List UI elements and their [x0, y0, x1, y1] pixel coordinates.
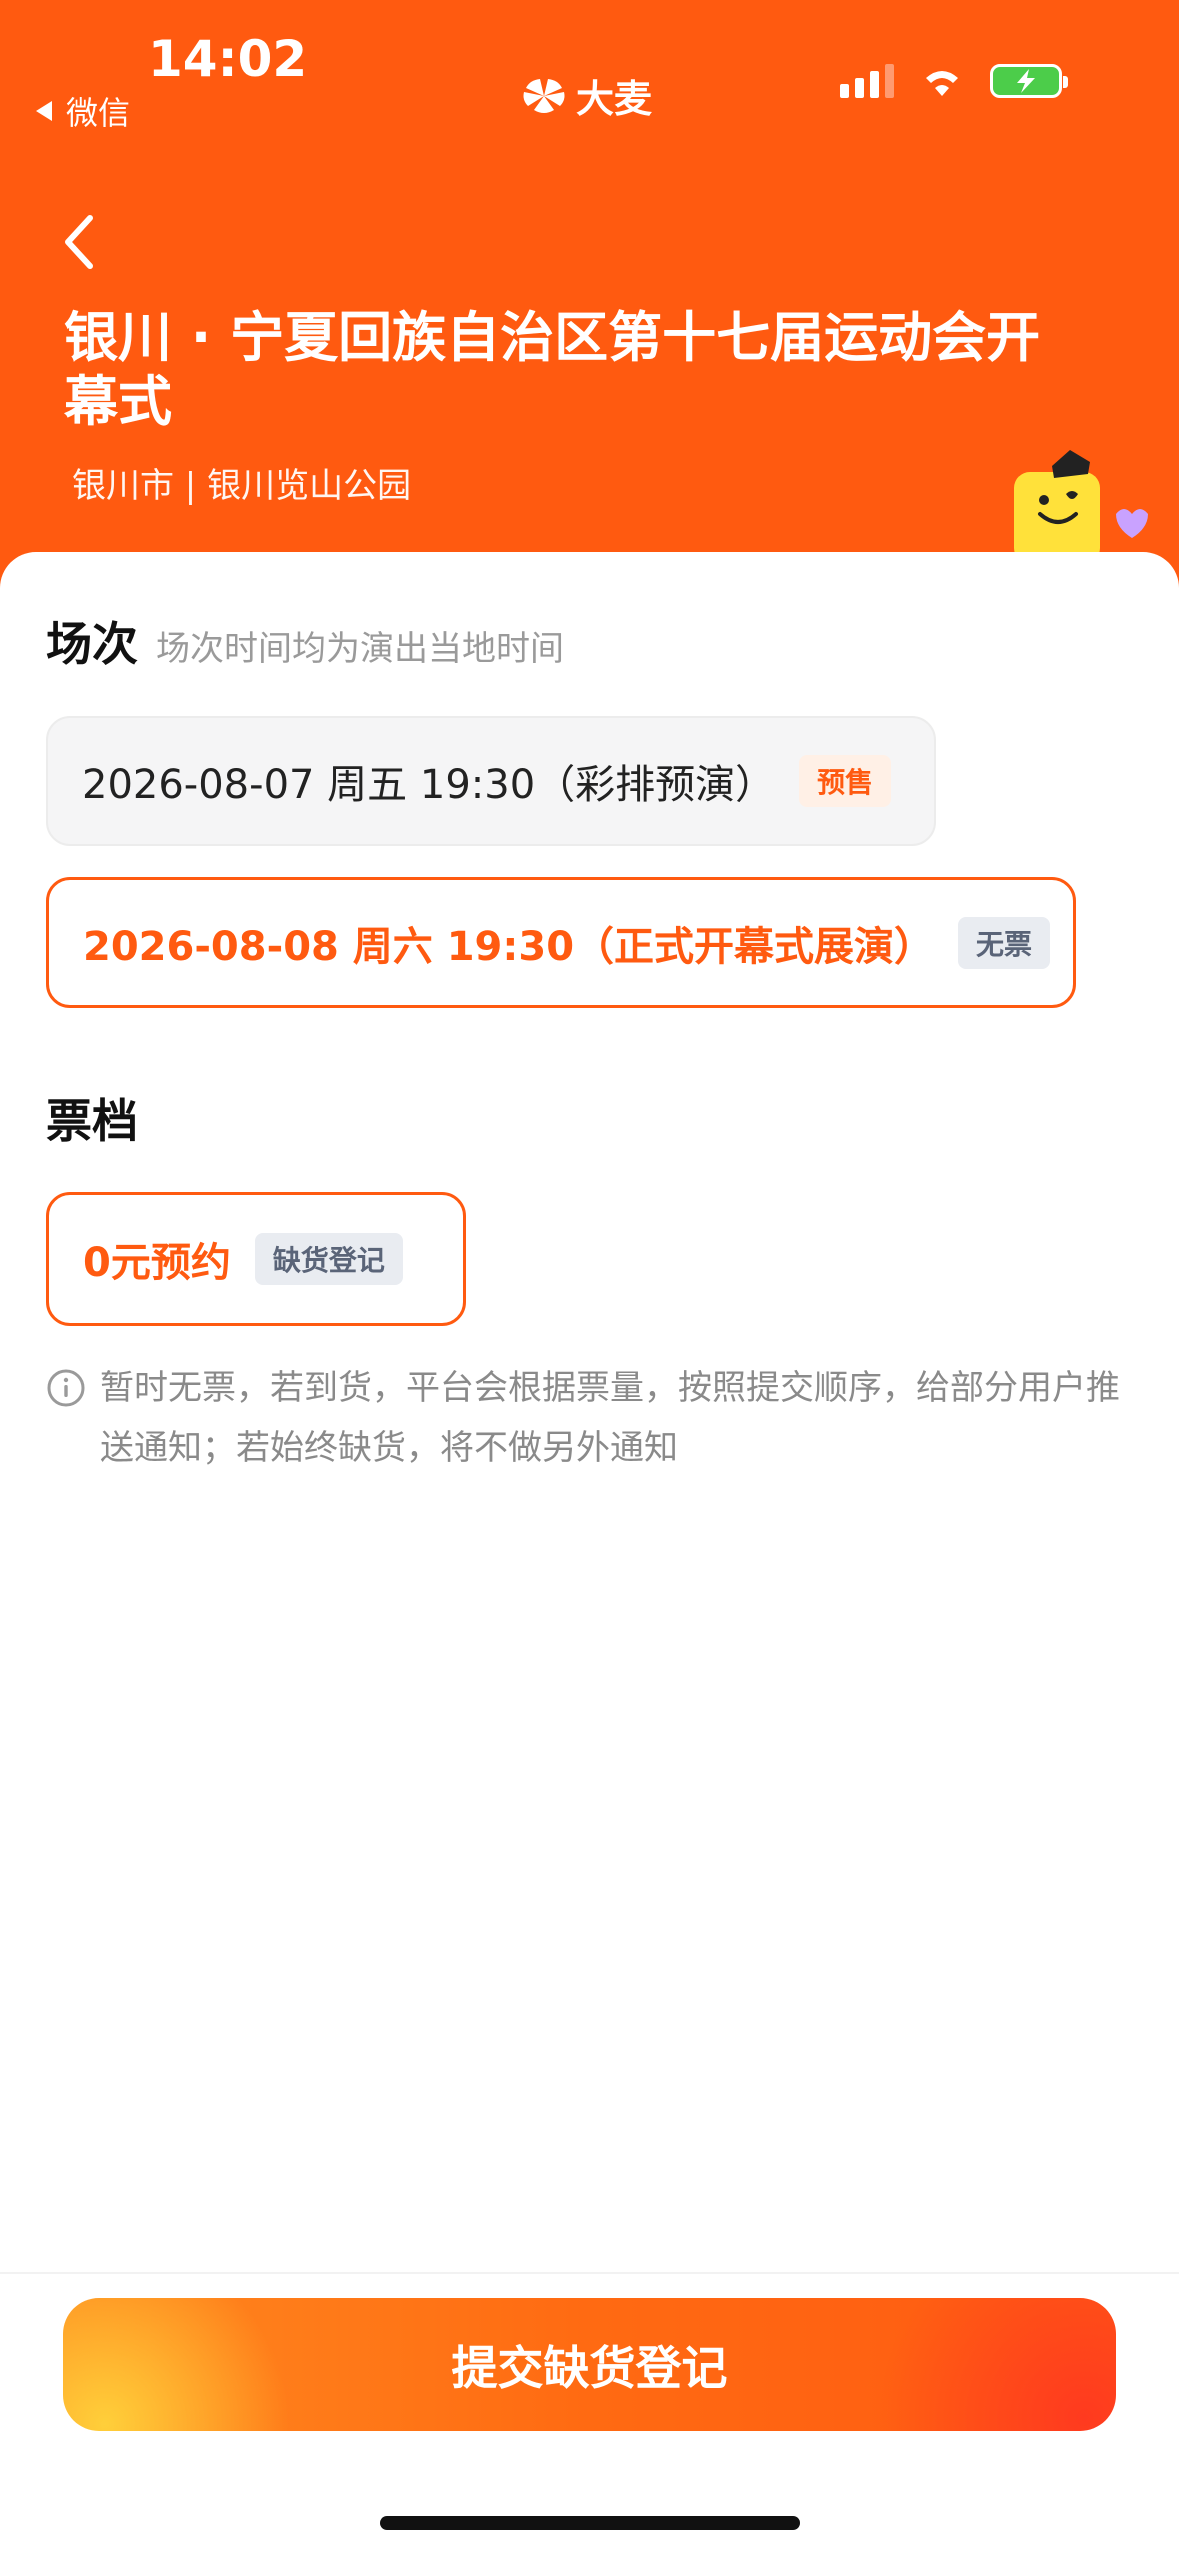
brand-logo: 大麦	[520, 68, 652, 123]
session-label: 2026-08-08 周六 19:30（正式开幕式展演）	[83, 923, 935, 970]
submit-stockout-registration-button[interactable]: 提交缺货登记	[63, 2298, 1116, 2431]
session-section-title: 场次	[46, 617, 138, 671]
back-to-app-link[interactable]: 微信	[36, 88, 130, 134]
session-time-hint: 场次时间均为演出当地时间	[156, 629, 564, 669]
session-label: 2026-08-07 周五 19:30（彩排预演）	[82, 762, 776, 808]
tier-price-label: 0元预约	[83, 1240, 231, 1286]
brand-name: 大麦	[576, 77, 653, 121]
back-triangle-icon	[36, 101, 52, 121]
session-option-0807[interactable]: 2026-08-07 周五 19:30（彩排预演） 预售	[46, 716, 936, 846]
back-app-label: 微信	[66, 94, 131, 132]
session-section-header: 场次 场次时间均为演出当地时间	[46, 608, 564, 674]
back-arrow-icon[interactable]	[60, 212, 100, 272]
notice-text: 暂时无票，若到货，平台会根据票量，按照提交顺序，给部分用户推送通知；若始终缺货，…	[100, 1368, 1120, 1468]
presale-badge: 预售	[799, 755, 892, 807]
event-title: 银川 · 宁夏回族自治区第十七届运动会开幕式	[64, 306, 1041, 433]
footer-divider	[0, 2272, 1179, 2274]
event-venue: 银川市 | 银川览山公园	[72, 466, 412, 506]
home-indicator	[380, 2516, 800, 2530]
mascot-illustration	[1010, 448, 1160, 564]
session-option-0808[interactable]: 2026-08-08 周六 19:30（正式开幕式展演） 无票	[46, 877, 1076, 1008]
info-icon	[47, 1369, 85, 1407]
ticket-tier-option[interactable]: 0元预约 缺货登记	[46, 1192, 466, 1326]
sold-out-badge: 无票	[958, 916, 1051, 969]
status-time: 14:02	[148, 30, 308, 88]
content-sheet	[0, 552, 1179, 2556]
status-icons	[840, 64, 1068, 98]
battery-icon	[990, 64, 1068, 98]
ticket-tier-section-title: 票档	[46, 1094, 138, 1148]
stockout-notice: 暂时无票，若到货，平台会根据票量，按照提交顺序，给部分用户推送通知；若始终缺货，…	[46, 1358, 1136, 1478]
wifi-icon	[926, 71, 958, 96]
damai-logo-icon	[523, 78, 565, 113]
cellular-signal-icon	[840, 64, 894, 98]
stockout-register-badge: 缺货登记	[254, 1233, 403, 1285]
